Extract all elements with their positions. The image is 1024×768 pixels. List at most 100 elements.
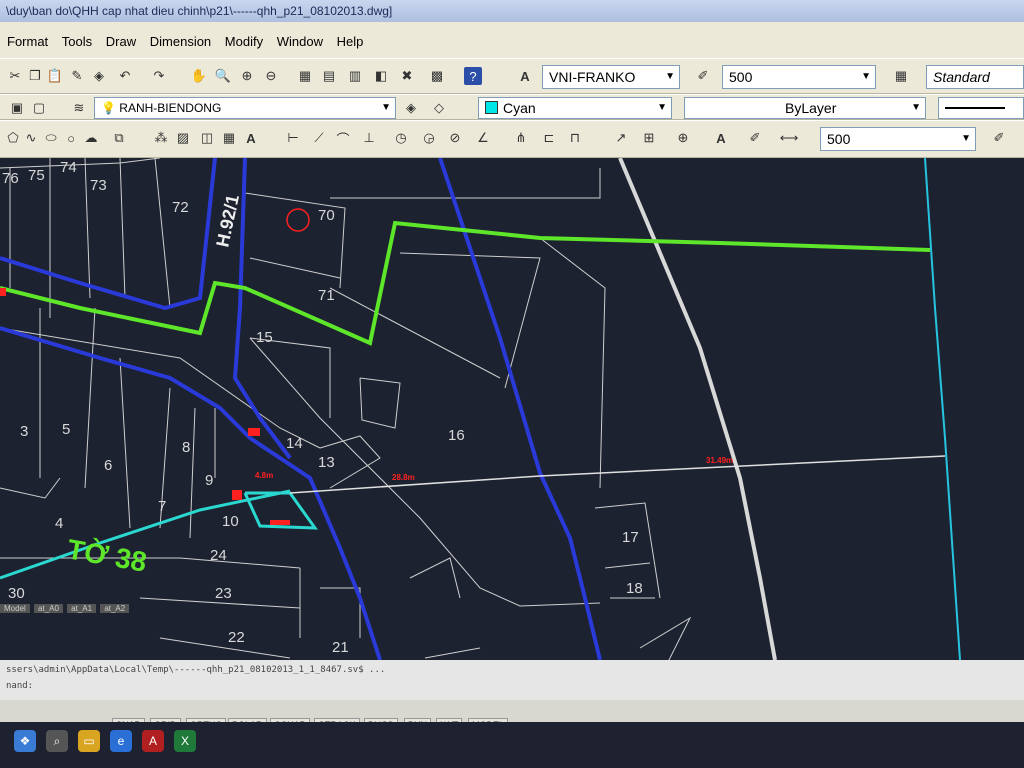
style-combo[interactable]: Standard <box>926 65 1024 89</box>
road-label: H.92/1 <box>212 193 243 249</box>
command-line[interactable]: ssers\admin\AppData\Local\Temp\------qhh… <box>0 660 1024 700</box>
drawing-canvas[interactable]: 76 75 74 73 72 70 71 15 16 3 5 6 8 14 13… <box>0 157 1024 699</box>
revcloud-icon[interactable]: ☁ <box>82 129 100 147</box>
sheet-set-icon[interactable]: ◧ <box>372 67 390 85</box>
pan-icon[interactable]: ✋ <box>190 67 208 85</box>
menu-help[interactable]: Help <box>332 22 369 49</box>
menu-bar: Format Tools Draw Dimension Modify Windo… <box>0 22 1024 58</box>
redo-icon[interactable]: ↷ <box>150 67 168 85</box>
tab-a1[interactable]: at_A1 <box>67 604 97 613</box>
parcel-9: 9 <box>205 472 213 489</box>
dimedit-icon[interactable]: A <box>712 129 730 147</box>
search-icon[interactable]: ⌕ <box>46 730 68 752</box>
angular-dim-icon[interactable]: ∠ <box>474 129 492 147</box>
layer-manager-icon[interactable]: ≋ <box>70 99 88 117</box>
ordinate-icon[interactable]: ⊥ <box>360 129 378 147</box>
block-editor-icon[interactable]: ◈ <box>90 67 108 85</box>
parcel-18: 18 <box>626 580 643 597</box>
layer-match-icon[interactable]: ◇ <box>430 99 448 117</box>
table-style-icon[interactable]: ▦ <box>892 67 910 85</box>
leader-icon[interactable]: ↗ <box>612 129 630 147</box>
table-icon[interactable]: ▦ <box>220 129 238 147</box>
tab-model[interactable]: Model <box>0 604 30 613</box>
dim-style-icon[interactable]: ✐ <box>694 67 712 85</box>
center-mark-icon[interactable]: ⊕ <box>674 129 692 147</box>
linear-dim-icon[interactable]: ⊢ <box>284 129 302 147</box>
aligned-dim-icon[interactable]: ⟋ <box>310 129 328 147</box>
markup-icon[interactable]: ✖ <box>398 67 416 85</box>
mtext-icon[interactable]: A <box>242 129 260 147</box>
polygon-icon[interactable]: ⬠ <box>4 129 22 147</box>
linetype-combo[interactable]: ByLayer ▼ <box>684 97 926 119</box>
menu-tools[interactable]: Tools <box>57 22 97 49</box>
menu-draw[interactable]: Draw <box>101 22 141 49</box>
radius-dim-icon[interactable]: ◷ <box>392 129 410 147</box>
parcel-6: 6 <box>104 457 112 474</box>
continue-dim-icon[interactable]: ⊓ <box>566 129 584 147</box>
excel-icon[interactable]: X <box>174 730 196 752</box>
folder-icon[interactable]: ▭ <box>78 730 100 752</box>
autocad-icon[interactable]: A <box>142 730 164 752</box>
tolerance-icon[interactable]: ⊞ <box>640 129 658 147</box>
properties-icon[interactable]: ▦ <box>296 67 314 85</box>
text-height-combo[interactable]: 500 ▼ <box>722 65 876 89</box>
cyan-swatch <box>485 101 498 114</box>
tab-a2[interactable]: at_A2 <box>100 604 130 613</box>
paste-icon[interactable]: 📋 <box>46 67 64 85</box>
parcel-numbers: 76 75 74 73 72 70 71 15 16 3 5 6 8 14 13… <box>2 159 643 686</box>
parcel-15: 15 <box>256 329 273 346</box>
start-icon[interactable]: ❖ <box>14 730 36 752</box>
parcel-10: 10 <box>222 513 239 530</box>
menu-window[interactable]: Window <box>272 22 328 49</box>
dimtedit-icon[interactable]: ✐ <box>746 129 764 147</box>
style-value: Standard <box>933 69 990 85</box>
copy-icon[interactable]: ❐ <box>26 67 44 85</box>
insert-block-icon[interactable]: ⧉ <box>110 129 128 147</box>
quick-dim-icon[interactable]: ⋔ <box>512 129 530 147</box>
zoom-realtime-icon[interactable]: 🔍 <box>214 67 232 85</box>
browser-icon[interactable]: e <box>110 730 132 752</box>
menu-format[interactable]: Format <box>2 22 53 49</box>
parcel-75: 75 <box>28 167 45 184</box>
font-combo[interactable]: VNI-FRANKO ▼ <box>542 65 680 89</box>
ellipse-icon[interactable]: ⬭ <box>42 129 60 147</box>
zoom-previous-icon[interactable]: ⊖ <box>262 67 280 85</box>
dim-update-icon[interactable]: ⟷ <box>780 129 799 147</box>
dim-style-manager-icon[interactable]: ✐ <box>990 129 1008 147</box>
point-icon[interactable]: ⁂ <box>152 129 170 147</box>
make-current-icon[interactable]: ◈ <box>402 99 420 117</box>
lineweight-sample <box>945 107 1005 109</box>
layer-combo[interactable]: 💡 RANH-BIENDONG ▼ <box>94 97 396 119</box>
arc-length-icon[interactable]: ⌒ <box>334 129 352 147</box>
match-properties-icon[interactable]: ✎ <box>68 67 86 85</box>
parcel-21: 21 <box>332 639 349 656</box>
tool-palettes-icon[interactable]: ▥ <box>346 67 364 85</box>
circle-icon[interactable]: ○ <box>62 129 80 147</box>
spline-icon[interactable]: ∿ <box>22 129 40 147</box>
dim-scale-combo[interactable]: 500 ▼ <box>820 127 976 151</box>
undo-icon[interactable]: ↶ <box>116 67 134 85</box>
text-style-icon[interactable]: A <box>516 67 534 85</box>
dim-label-1: 28.8m <box>392 473 415 482</box>
menu-dimension[interactable]: Dimension <box>145 22 216 49</box>
layer-state-icon[interactable]: ▣ <box>8 99 26 117</box>
tab-a0[interactable]: at_A0 <box>34 604 63 613</box>
diameter-dim-icon[interactable]: ⊘ <box>446 129 464 147</box>
menu-modify[interactable]: Modify <box>220 22 268 49</box>
chevron-down-icon: ▼ <box>911 102 921 113</box>
chevron-down-icon: ▼ <box>381 102 391 113</box>
layer-previous-icon[interactable]: ▢ <box>30 99 48 117</box>
lineweight-combo[interactable] <box>938 97 1024 119</box>
cut-icon[interactable]: ✂ <box>6 67 24 85</box>
color-combo[interactable]: Cyan ▼ <box>478 97 672 119</box>
baseline-dim-icon[interactable]: ⊏ <box>540 129 558 147</box>
region-icon[interactable]: ◫ <box>198 129 216 147</box>
calculator-icon[interactable]: ▩ <box>428 67 446 85</box>
parcel-14: 14 <box>286 435 303 452</box>
help-icon[interactable]: ? <box>464 67 482 85</box>
zoom-window-icon[interactable]: ⊕ <box>238 67 256 85</box>
hatch-icon[interactable]: ▨ <box>174 129 192 147</box>
parcel-22: 22 <box>228 629 245 646</box>
design-center-icon[interactable]: ▤ <box>320 67 338 85</box>
jogged-dim-icon[interactable]: ◶ <box>420 129 438 147</box>
